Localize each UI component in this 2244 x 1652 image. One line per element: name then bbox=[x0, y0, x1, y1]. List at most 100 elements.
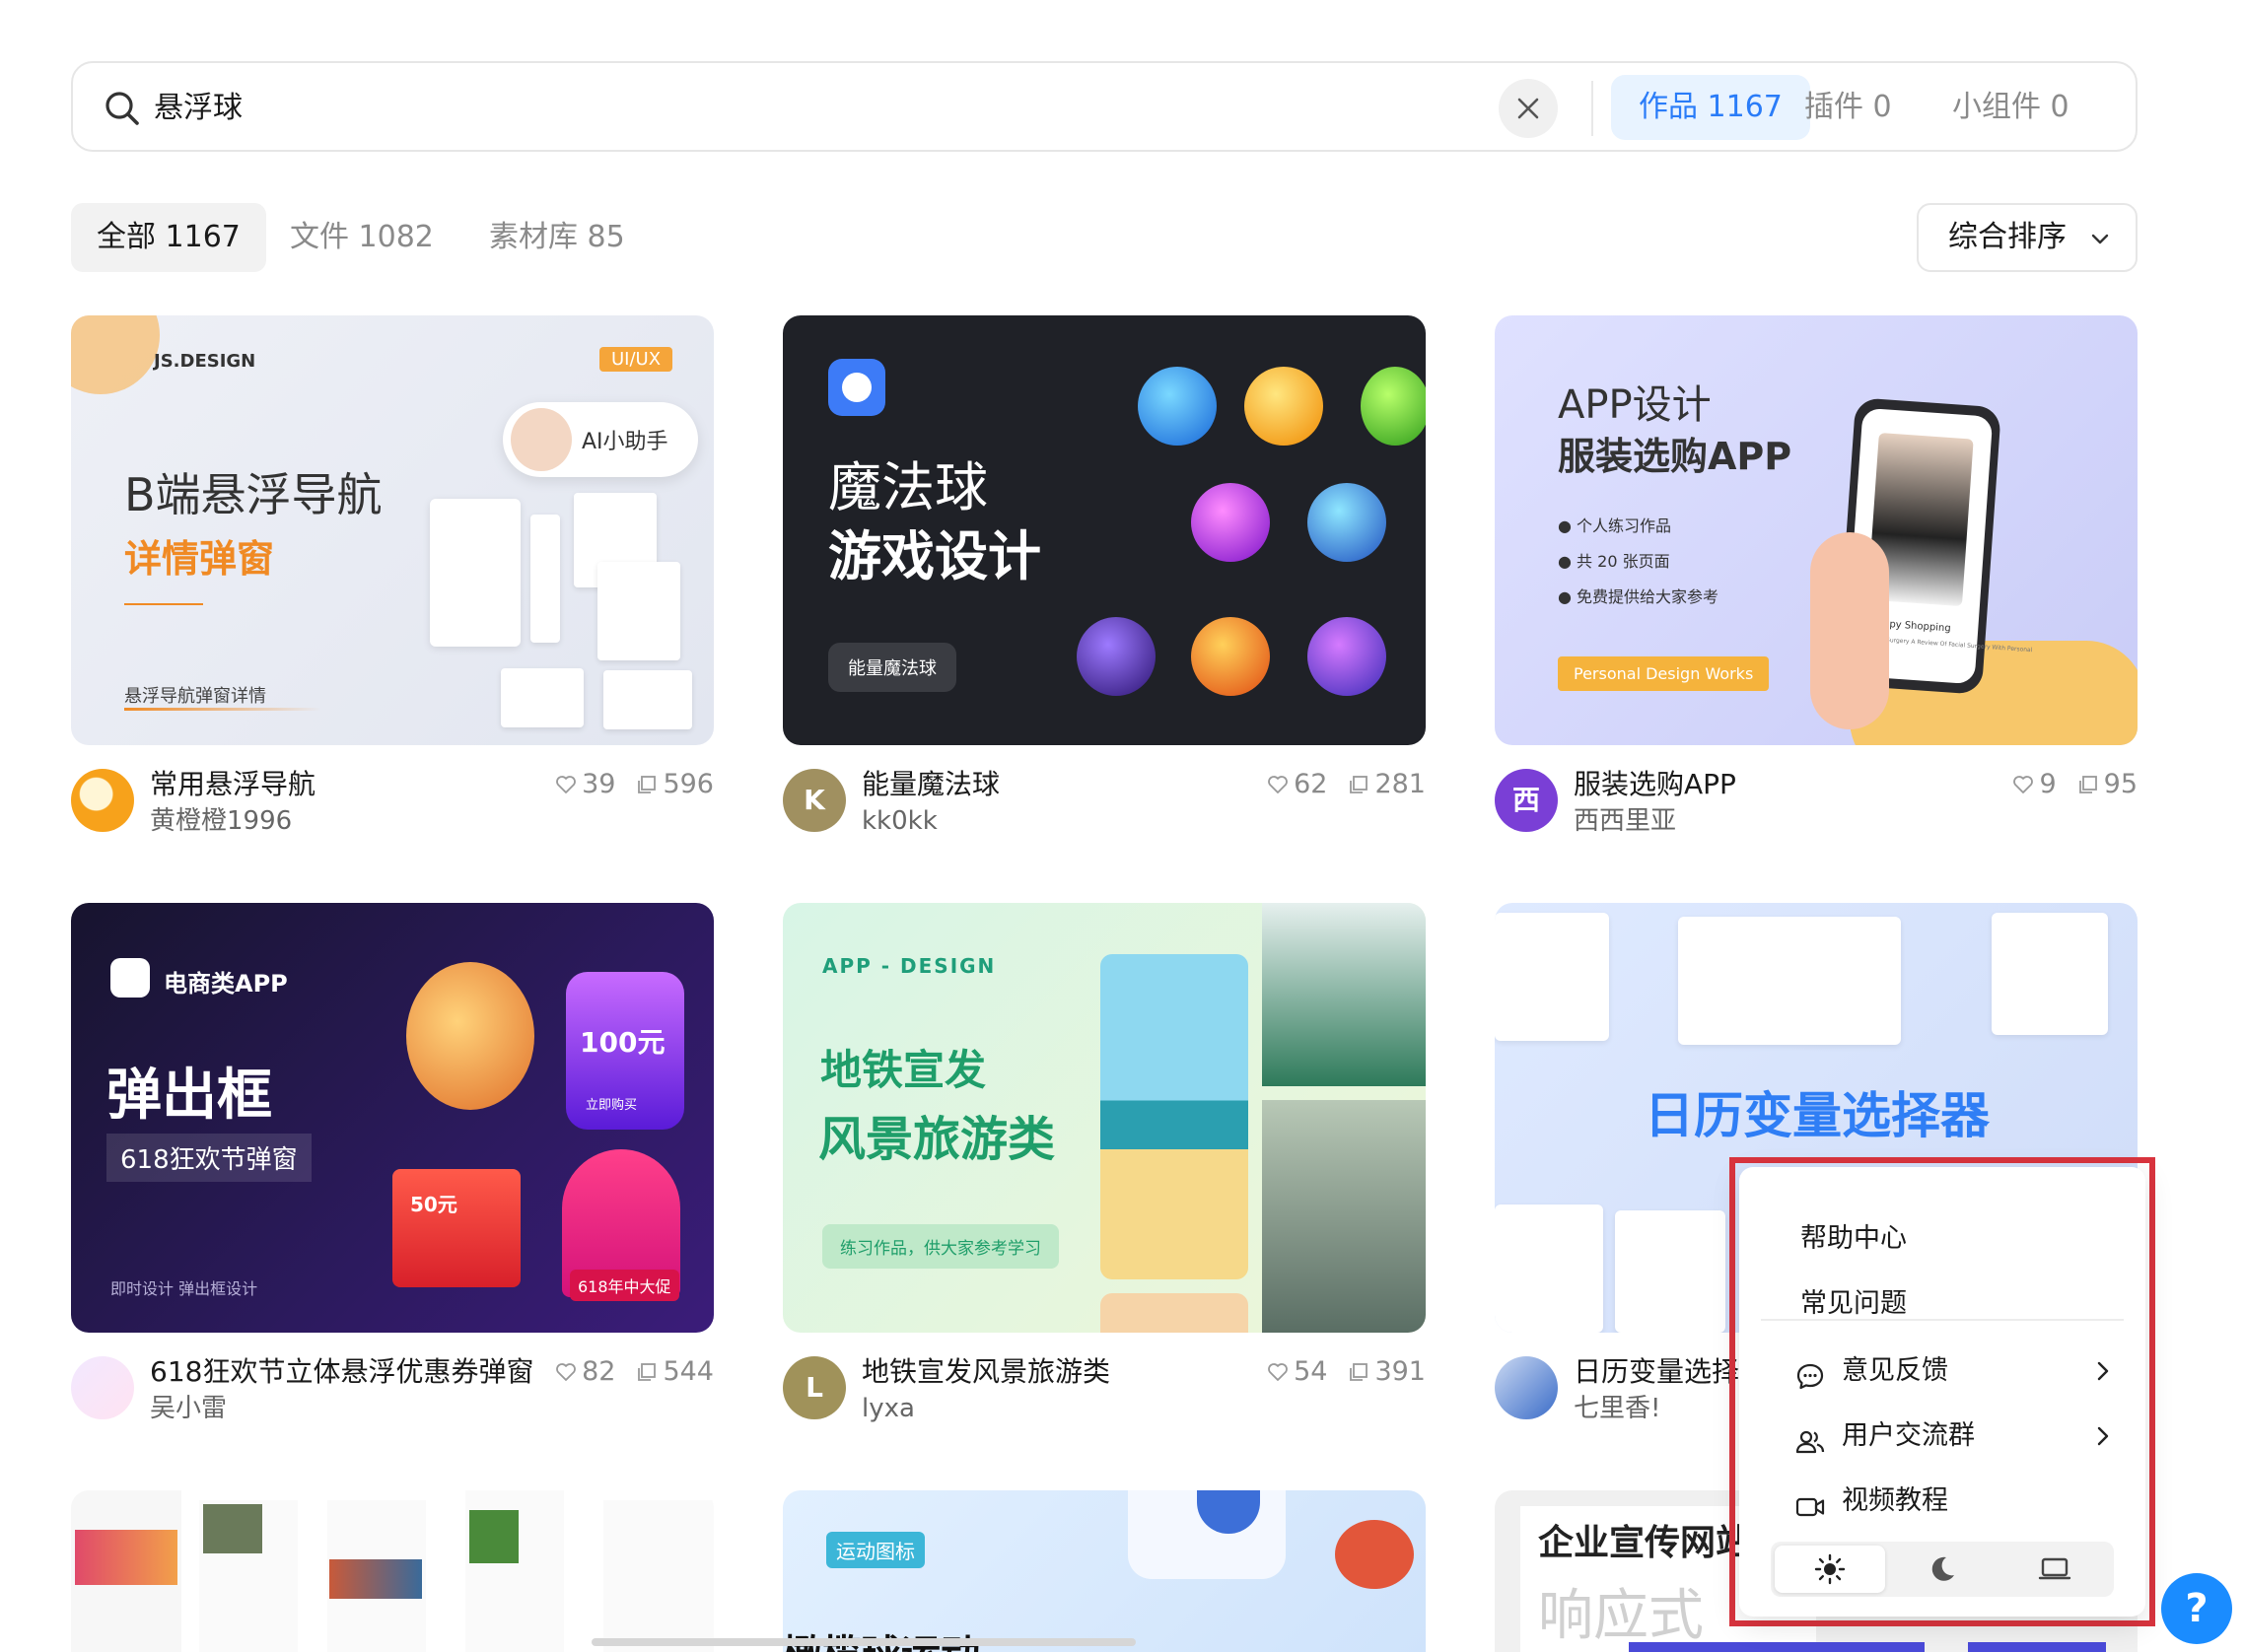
video-camera-icon bbox=[1794, 1486, 1826, 1544]
copy-icon bbox=[1350, 1363, 1368, 1381]
work-card[interactable]: APP设计 服装选购APP ● 个人练习作品 ● 共 20 张页面 ● 免费提供… bbox=[1495, 315, 2138, 844]
theme-light-button[interactable] bbox=[1775, 1546, 1885, 1593]
card-author[interactable]: 吴小雷 bbox=[150, 1392, 227, 1425]
sort-dropdown[interactable]: 综合排序 bbox=[1917, 203, 2138, 272]
avatar[interactable] bbox=[71, 1356, 134, 1419]
card-stats: 9 95 bbox=[2011, 767, 2138, 802]
card-stats: 54 391 bbox=[1266, 1354, 1426, 1390]
thumb-heading: 弹出框 bbox=[106, 1064, 272, 1128]
card-thumbnail[interactable]: APP设计 服装选购APP ● 个人练习作品 ● 共 20 张页面 ● 免费提供… bbox=[1495, 315, 2138, 745]
menu-item-help-center[interactable]: 帮助中心 bbox=[1739, 1210, 2145, 1268]
card-thumbnail[interactable]: 魔法球 游戏设计 能量魔法球 bbox=[783, 315, 1426, 745]
chevron-down-icon bbox=[2091, 234, 2109, 244]
menu-item-feedback[interactable]: 意见反馈 bbox=[1739, 1342, 2145, 1400]
card-thumbnail[interactable]: JS.DESIGN UI/UX AI小助手 B端悬浮导航 详情弹窗 悬浮导航弹窗… bbox=[71, 315, 714, 745]
thumb-button: 能量魔法球 bbox=[828, 643, 956, 692]
thumb-subheading: 服装选购APP bbox=[1558, 435, 1792, 478]
thumb-subheading: 618狂欢节弹窗 bbox=[106, 1134, 312, 1182]
chat-bubble-icon bbox=[1794, 1356, 1826, 1413]
avatar[interactable]: L bbox=[783, 1356, 846, 1419]
like-count: 82 bbox=[582, 1356, 616, 1387]
menu-item-faq[interactable]: 常见问题 bbox=[1739, 1275, 2145, 1333]
menu-item-video-tutorials[interactable]: 视频教程 bbox=[1739, 1473, 2145, 1530]
heart-icon bbox=[556, 1363, 576, 1381]
avatar[interactable]: 西 bbox=[1495, 769, 1558, 832]
help-menu: 帮助中心 常见问题 意见反馈 用户交流群 视频教程 bbox=[1739, 1167, 2145, 1617]
thumb-heading: 魔法球 bbox=[828, 456, 988, 518]
work-card[interactable]: 运动图标 橄榄球运动 bbox=[783, 1490, 1426, 1652]
thumb-brand: 电商类APP bbox=[164, 970, 288, 998]
thumb-heading: 地铁宣发 bbox=[820, 1046, 987, 1094]
thumb-brand: APP - DESIGN bbox=[822, 954, 997, 978]
card-author[interactable]: 七里香! bbox=[1574, 1392, 1660, 1425]
theme-system-button[interactable] bbox=[1999, 1546, 2110, 1593]
work-card[interactable]: JS.DESIGN UI/UX AI小助手 B端悬浮导航 详情弹窗 悬浮导航弹窗… bbox=[71, 315, 714, 844]
card-title[interactable]: 能量魔法球 bbox=[862, 767, 1000, 802]
chevron-right-icon bbox=[2097, 1426, 2109, 1446]
thumb-brand: JS.DESIGN bbox=[154, 351, 256, 372]
like-count: 62 bbox=[1294, 769, 1328, 799]
card-title[interactable]: 地铁宣发风景旅游类 bbox=[862, 1354, 1110, 1390]
avatar[interactable] bbox=[1495, 1356, 1558, 1419]
copy-count: 95 bbox=[2103, 769, 2138, 799]
thumb-bullet: ● 免费提供给大家参考 bbox=[1558, 587, 1719, 606]
heart-icon bbox=[2013, 776, 2034, 793]
copy-count: 596 bbox=[663, 769, 714, 799]
menu-divider bbox=[1761, 1319, 2124, 1321]
like-count: 9 bbox=[2039, 769, 2057, 799]
card-author[interactable]: kk0kk bbox=[862, 804, 938, 838]
thumb-heading: 企业宣传网站 bbox=[1538, 1523, 1752, 1563]
card-author[interactable]: lyxa bbox=[862, 1392, 915, 1425]
filter-tab-files[interactable]: 文件 1082 bbox=[264, 203, 459, 272]
copy-icon bbox=[2078, 776, 2097, 793]
heart-icon bbox=[1268, 776, 1288, 793]
thumb-heading: B端悬浮导航 bbox=[124, 468, 383, 521]
sort-label: 综合排序 bbox=[1948, 220, 2067, 254]
logo-icon bbox=[828, 359, 885, 416]
moon-icon bbox=[1931, 1556, 1954, 1581]
like-count: 54 bbox=[1294, 1356, 1328, 1387]
theme-dark-button[interactable] bbox=[1887, 1546, 1998, 1593]
card-title[interactable]: 常用悬浮导航 bbox=[150, 767, 316, 802]
work-card[interactable] bbox=[71, 1490, 714, 1652]
avatar[interactable] bbox=[71, 769, 134, 832]
monitor-icon bbox=[2038, 1557, 2071, 1580]
card-thumbnail[interactable]: 运动图标 橄榄球运动 bbox=[783, 1490, 1426, 1652]
card-thumbnail[interactable] bbox=[71, 1490, 714, 1652]
scope-tab-plugins[interactable]: 插件 0 bbox=[1777, 75, 1920, 140]
menu-item-user-group[interactable]: 用户交流群 bbox=[1739, 1408, 2145, 1465]
logo-icon bbox=[110, 958, 150, 998]
card-stats: 82 544 bbox=[554, 1354, 714, 1390]
card-author[interactable]: 黄橙橙1996 bbox=[150, 804, 292, 838]
clear-search-button[interactable] bbox=[1499, 79, 1558, 138]
heart-icon bbox=[556, 776, 576, 793]
copy-icon bbox=[1350, 776, 1368, 793]
like-count: 39 bbox=[582, 769, 616, 799]
work-card[interactable]: 魔法球 游戏设计 能量魔法球 K 能量魔法球 kk0kk 62 281 bbox=[783, 315, 1426, 844]
chevron-right-icon bbox=[2097, 1361, 2109, 1381]
scope-tab-widgets[interactable]: 小组件 0 bbox=[1925, 75, 2097, 140]
card-title[interactable]: 618狂欢节立体悬浮优惠券弹窗 bbox=[150, 1354, 533, 1390]
divider bbox=[1591, 81, 1593, 136]
search-bar[interactable]: 悬浮球 作品 1167 插件 0 小组件 0 bbox=[71, 61, 2138, 152]
scrollbar[interactable] bbox=[592, 1638, 1136, 1646]
filter-tab-library[interactable]: 素材库 85 bbox=[463, 203, 651, 272]
thumb-badge: Personal Design Works bbox=[1558, 656, 1770, 691]
filter-tab-all[interactable]: 全部 1167 bbox=[71, 203, 266, 272]
card-title[interactable]: 服装选购APP bbox=[1574, 767, 1736, 802]
card-thumbnail[interactable]: APP - DESIGN 地铁宣发 风景旅游类 练习作品，供大家参考学习 bbox=[783, 903, 1426, 1333]
thumb-heading: 日历变量选择器 bbox=[1645, 1087, 1990, 1144]
help-button[interactable]: ? bbox=[2161, 1573, 2232, 1644]
work-card[interactable]: 电商类APP 弹出框 618狂欢节弹窗 即时设计 弹出框设计 100元 立即购买… bbox=[71, 903, 714, 1431]
thumb-bullet: ● 共 20 张页面 bbox=[1558, 552, 1670, 571]
card-author[interactable]: 西西里亚 bbox=[1574, 804, 1676, 838]
card-thumbnail[interactable]: 电商类APP 弹出框 618狂欢节弹窗 即时设计 弹出框设计 100元 立即购买… bbox=[71, 903, 714, 1333]
thumb-subheading: 详情弹窗 bbox=[124, 537, 275, 581]
search-input[interactable]: 悬浮球 bbox=[154, 87, 243, 130]
sun-icon bbox=[1814, 1553, 1846, 1585]
avatar[interactable]: K bbox=[783, 769, 846, 832]
work-card[interactable]: APP - DESIGN 地铁宣发 风景旅游类 练习作品，供大家参考学习 L 地… bbox=[783, 903, 1426, 1431]
thumb-tag: UI/UX bbox=[599, 347, 673, 372]
thumb-caption: 悬浮导航弹窗详情 bbox=[124, 686, 266, 707]
thumb-heading: APP设计 bbox=[1558, 382, 1712, 428]
